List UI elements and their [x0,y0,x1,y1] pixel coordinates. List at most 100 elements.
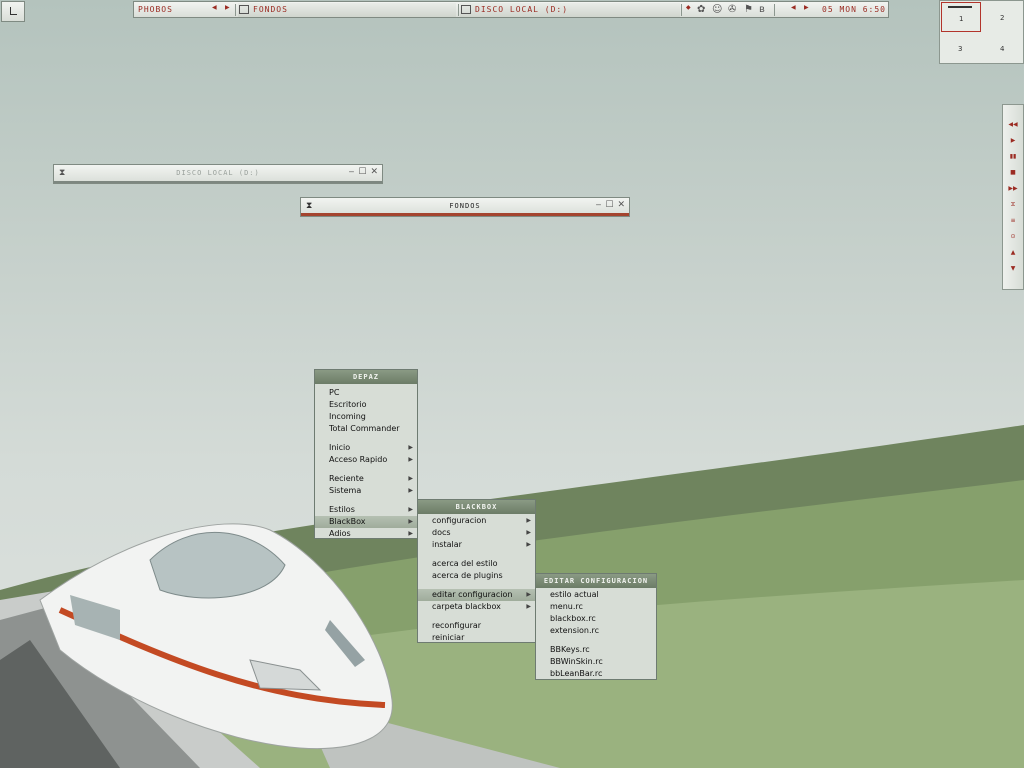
submenu-arrow-icon: ▶ [408,444,413,451]
menu-item-estilos[interactable]: Estilos ▶ [315,504,417,516]
menu-item-instalar[interactable]: instalar ▶ [418,539,535,551]
desk-4-label[interactable]: 4 [1000,45,1004,53]
window-controls: ‒ ☐ ✕ [349,167,378,177]
submenu-arrow-icon: ▶ [408,518,413,525]
menu-item-acerca-plugins[interactable]: acerca de plugins [418,570,535,582]
playlist-icon[interactable]: ≡ [1003,217,1023,224]
desktop-wallpaper [0,0,1024,768]
maximize-icon[interactable]: ☐ [605,200,613,210]
submenu-arrow-icon: ▶ [408,475,413,482]
menu-item-escritorio[interactable]: Escritorio [315,399,417,411]
menu-item-reconfigurar[interactable]: reconfigurar [418,620,535,632]
corner-button-icon [10,7,17,15]
menu-item-bbwinskin-rc[interactable]: BBWinSkin.rc [536,656,656,668]
minimize-icon[interactable]: ‒ [349,167,355,177]
menu-title: EDITAR CONFIGURACION [536,574,656,588]
next-day-icon[interactable]: ▶ [804,4,809,11]
menu-item-acceso-rapido[interactable]: Acceso Rapido ▶ [315,454,417,466]
tray-icon[interactable]: ✇ [728,4,736,15]
tray-icon[interactable]: ⚑ [744,4,753,15]
window-bottom-border [54,181,382,183]
menu-item-blackbox[interactable]: BlackBox ▶ [315,516,417,528]
submenu-arrow-icon: ▶ [526,517,531,524]
menu-item-extension-rc[interactable]: extension.rc [536,625,656,637]
menu-depaz: DEPAZ PC Escritorio Incoming Total Comma… [314,369,418,539]
maximize-icon[interactable]: ☐ [358,167,366,177]
submenu-arrow-icon: ▶ [526,529,531,536]
menu-title: BLACKBOX [418,500,535,514]
media-controller: ◀◀ ▶ ▮▮ ■ ▶▶ ⧖ ≡ ⊙ ▲ ▼ [1002,104,1024,290]
menu-item-configuracion[interactable]: configuracion ▶ [418,515,535,527]
submenu-arrow-icon: ▶ [408,530,413,537]
menu-item-menu-rc[interactable]: menu.rc [536,601,656,613]
workspace-label[interactable]: PHOBOS [138,5,173,15]
desk-3-label[interactable]: 3 [958,45,962,53]
desk-1[interactable]: 1 [941,2,981,32]
close-icon[interactable]: ✕ [370,167,378,177]
minimize-icon[interactable]: ‒ [596,200,602,210]
drive-icon [461,5,471,14]
volume-down-icon[interactable]: ▼ [1003,265,1023,272]
window-controls: ‒ ☐ ✕ [596,200,625,210]
desk-2-label[interactable]: 2 [1000,14,1004,22]
window-title: FONDOS [449,202,481,210]
window-bottom-border [301,213,629,216]
menu-item-incoming[interactable]: Incoming [315,411,417,423]
menu-item-bbleanbar-rc[interactable]: bbLeanBar.rc [536,668,656,680]
task-fondos[interactable]: FONDOS [238,3,456,17]
bluetooth-icon[interactable]: ʙ [759,4,765,15]
desk-1-label: 1 [959,15,964,23]
menu-item-total-commander[interactable]: Total Commander [315,423,417,435]
submenu-arrow-icon: ▶ [408,506,413,513]
tray-icon[interactable]: ☺ [712,4,722,15]
task-fondos-label: FONDOS [253,5,288,14]
window-fondos[interactable]: ⧗ FONDOS ‒ ☐ ✕ [300,197,630,217]
submenu-arrow-icon: ▶ [408,456,413,463]
close-icon[interactable]: ✕ [617,200,625,210]
menu-title: DEPAZ [315,370,417,384]
drive-icon [239,5,249,14]
menu-item-inicio[interactable]: Inicio ▶ [315,442,417,454]
submenu-arrow-icon: ▶ [526,541,531,548]
clock: 05 MON 6:50 [822,5,886,14]
window-disco-local[interactable]: ⧗ DISCO LOCAL (D:) ‒ ☐ ✕ [53,164,383,184]
menu-item-carpeta-blackbox[interactable]: carpeta blackbox ▶ [418,601,535,613]
menu-editar-configuracion: EDITAR CONFIGURACION estilo actual menu.… [535,573,657,680]
fast-forward-icon[interactable]: ▶▶ [1003,185,1023,192]
wallpaper-scene [0,425,1024,768]
volume-up-icon[interactable]: ▲ [1003,249,1023,256]
submenu-arrow-icon: ▶ [408,487,413,494]
task-disco[interactable]: DISCO LOCAL (D:) [460,3,680,17]
prev-workspace-icon[interactable]: ◀ [212,4,217,11]
prev-day-icon[interactable]: ◀ [791,4,796,11]
desktop-corner-button[interactable] [1,1,25,22]
menu-item-reciente[interactable]: Reciente ▶ [315,473,417,485]
submenu-arrow-icon: ▶ [526,603,531,610]
play-icon[interactable]: ▶ [1003,137,1023,144]
menu-item-adios[interactable]: Adios ▶ [315,528,417,540]
menu-item-blackbox-rc[interactable]: blackbox.rc [536,613,656,625]
pause-icon[interactable]: ▮▮ [1003,153,1023,160]
task-disco-label: DISCO LOCAL (D:) [475,5,569,14]
window-thumb [948,6,972,8]
menu-item-estilo-actual[interactable]: estilo actual [536,589,656,601]
menu-item-docs[interactable]: docs ▶ [418,527,535,539]
menu-item-reiniciar[interactable]: reiniciar [418,632,535,644]
tray-icon[interactable]: ✿ [697,4,705,15]
top-toolbar: PHOBOS ◀ ▶ FONDOS DISCO LOCAL (D:) ◆ ✿ ☺… [133,1,889,18]
stop-icon[interactable]: ■ [1003,169,1023,176]
menu-item-sistema[interactable]: Sistema ▶ [315,485,417,497]
menu-blackbox: BLACKBOX configuracion ▶ docs ▶ instalar ▶ … [417,499,536,643]
menu-item-pc[interactable]: PC [315,387,417,399]
menu-item-acerca-estilo[interactable]: acerca del estilo [418,558,535,570]
submenu-arrow-icon: ▶ [526,591,531,598]
menu-item-bbkeys-rc[interactable]: BBKeys.rc [536,644,656,656]
window-title: DISCO LOCAL (D:) [176,169,260,177]
next-workspace-icon[interactable]: ▶ [225,4,230,11]
workspace-pager: 1 2 3 4 [939,0,1024,64]
shuffle-icon[interactable]: ⧖ [1003,201,1023,209]
rewind-icon[interactable]: ◀◀ [1003,121,1023,128]
settings-icon[interactable]: ⊙ [1003,233,1023,240]
tray-dot-icon[interactable]: ◆ [686,4,691,11]
menu-item-editar-configuracion[interactable]: editar configuracion ▶ [418,589,535,601]
